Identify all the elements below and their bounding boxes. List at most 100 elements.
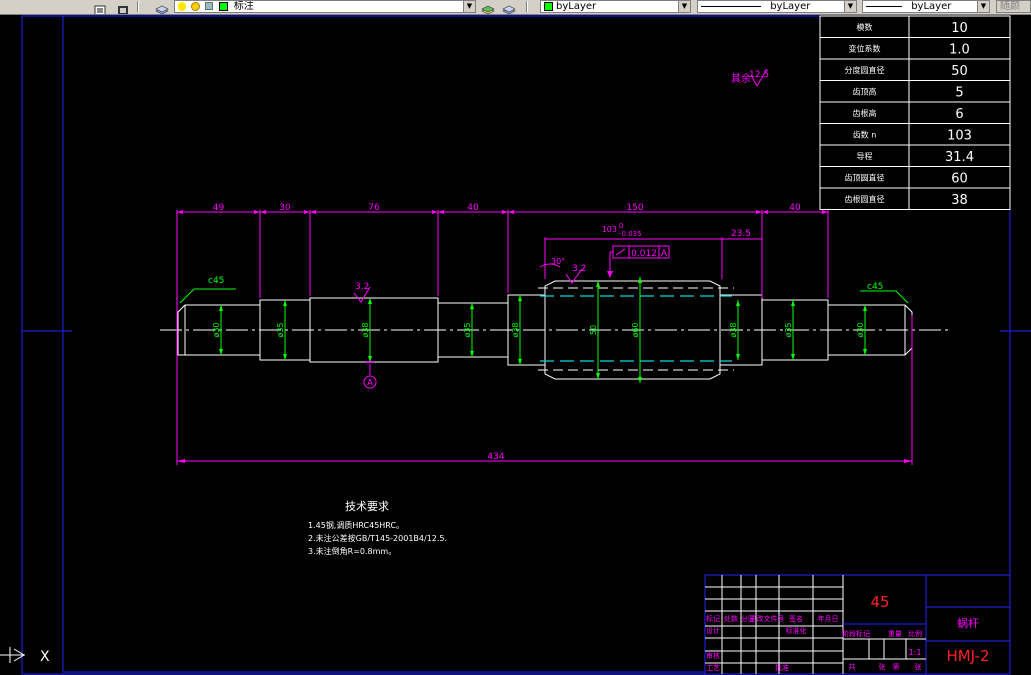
chevron-down-icon[interactable]: ▼ — [977, 1, 989, 12]
color-value: byLayer — [556, 1, 597, 12]
title-header: 工艺 — [706, 664, 720, 672]
chevron-down-icon[interactable]: ▼ — [844, 1, 856, 12]
roughness-note-prefix: 其余 — [731, 72, 751, 85]
make-current-icon[interactable] — [481, 1, 495, 14]
diameter-label: 50 — [589, 325, 598, 335]
layer-states-icon[interactable] — [502, 1, 516, 14]
toolbar-separator — [137, 1, 139, 12]
ucs-icon: X — [0, 647, 50, 665]
overall-dimension-label: 434 — [487, 452, 504, 462]
dimension-arrow — [502, 210, 508, 214]
dimension-arrow — [283, 354, 287, 360]
param-label: 齿根圆直径 — [845, 194, 885, 204]
dimension-arrow — [432, 210, 438, 214]
color-dropdown[interactable]: byLayer ▼ — [540, 0, 691, 13]
title-scale-value: 1:1 — [909, 648, 922, 657]
title-material: 45 — [870, 593, 889, 611]
linetype-preview — [701, 5, 761, 7]
dimension-arrow — [762, 210, 768, 214]
dimension-arrow — [863, 349, 867, 355]
diameter-label: ø38 — [361, 322, 370, 337]
gear-parameter-table: 模数 10 变位系数 1.0 分度圆直径 50 齿顶高 5 齿根高 6 齿数 n 103 导程 31.4 齿… — [819, 15, 1011, 210]
title-header: 批准 — [775, 663, 789, 672]
lineweight-value: byLayer — [911, 1, 952, 12]
layer-previous-icon[interactable] — [94, 1, 106, 14]
geo-tol-datum: A — [661, 249, 668, 259]
title-header: 设计 — [706, 626, 720, 635]
param-value: 6 — [955, 107, 963, 122]
title-stage-label: 阶段标记 — [842, 629, 870, 638]
param-label: 齿数 n — [853, 130, 877, 140]
chevron-down-icon[interactable]: ▼ — [678, 1, 690, 12]
lineweight-dropdown[interactable]: byLayer ▼ — [862, 0, 990, 13]
layers-manager-icon[interactable] — [155, 1, 169, 14]
drawing-canvas[interactable]: 模数 10 变位系数 1.0 分度圆直径 50 齿顶高 5 齿根高 6 齿数 n 103 导程 31.4 齿… — [0, 15, 1031, 675]
linetype-value: byLayer — [770, 1, 811, 12]
title-header: 更改文件号 — [750, 614, 785, 623]
param-value: 50 — [951, 64, 968, 79]
dimension-arrow — [283, 300, 287, 306]
diameter-label: ø38 — [511, 322, 520, 337]
properties-toolbar: 标注 ▼ byLayer ▼ byLayer ▼ byLayer ▼ 随颜 — [0, 0, 1031, 15]
ucs-x-label: X — [40, 649, 50, 665]
diameter-label: ø35 — [276, 322, 285, 337]
dimension-arrow — [470, 303, 474, 309]
dimension-arrow — [518, 295, 522, 301]
diameter-label: ø30 — [856, 322, 865, 337]
dimension-arrow — [822, 210, 828, 214]
chamfer-left-leader — [179, 288, 236, 304]
title-header: 审核 — [706, 651, 720, 660]
dimension-arrow — [756, 210, 762, 214]
param-label: 导程 — [857, 152, 873, 161]
dimension-arrow — [596, 281, 600, 287]
dimension-arrow — [638, 277, 642, 283]
diameter-label: ø30 — [212, 322, 221, 337]
diameter-label: ø60 — [631, 322, 640, 337]
tech-req-line-2: 2.未注公差按GB/T145-2001B4/12.5. — [308, 533, 447, 543]
param-value: 103 — [947, 129, 972, 144]
layer-stack-icon[interactable] — [117, 1, 129, 14]
top-dimension-label: 49 — [213, 203, 225, 213]
tech-req-line-1: 1.45钢,调质HRC45HRC。 — [308, 520, 404, 530]
dimension-arrow — [219, 349, 223, 355]
geometric-tolerance-frame: 0.012 A — [607, 245, 670, 278]
title-stage-label: 比例 — [908, 629, 922, 638]
overall-arrow-left — [177, 459, 185, 463]
title-part-name: 蜗杆 — [957, 616, 979, 630]
dimension-arrow — [791, 354, 795, 360]
param-value: 10 — [951, 21, 968, 36]
lightbulb-icon[interactable] — [178, 1, 186, 11]
roughness-note-value: 12.5 — [749, 70, 769, 80]
dimension-arrow — [438, 210, 444, 214]
dimension-arrow — [368, 298, 372, 304]
param-label: 齿根高 — [853, 108, 877, 118]
sub-dim-tol-lower: -0.035 — [619, 230, 642, 238]
param-label: 齿顶圆直径 — [845, 173, 885, 183]
roughness-2-label: 3.2 — [355, 282, 369, 292]
sub-dim-left-label: 103 — [602, 225, 617, 234]
chamfer-right-label: c45 — [867, 282, 883, 292]
title-sheet-label: 张 — [915, 662, 922, 671]
title-sheet-label: 张 — [879, 662, 886, 671]
dimension-arrow — [736, 300, 740, 306]
param-value: 38 — [951, 193, 968, 208]
plotstyle-dropdown[interactable]: 随颜 — [996, 0, 1031, 13]
sun-icon[interactable] — [191, 1, 201, 11]
dimension-arrow — [254, 210, 260, 214]
plotstyle-value: 随颜 — [1000, 1, 1020, 12]
param-label: 齿顶高 — [853, 87, 877, 97]
param-label: 变位系数 — [849, 44, 881, 54]
title-drawing-no: HMJ-2 — [946, 647, 989, 665]
layer-dropdown[interactable]: 标注 ▼ — [174, 0, 476, 13]
title-sheet-label: 共 — [849, 662, 856, 671]
lineweight-preview — [866, 5, 902, 7]
lock-icon[interactable] — [205, 2, 214, 10]
param-value: 5 — [955, 86, 963, 101]
linetype-dropdown[interactable]: byLayer ▼ — [697, 0, 857, 13]
chevron-down-icon[interactable]: ▼ — [463, 1, 475, 12]
dimension-arrow — [260, 210, 266, 214]
dimension-arrow — [310, 210, 316, 214]
dimension-arrow — [304, 210, 310, 214]
tech-req-line-3: 3.未注倒角R=0.8mm。 — [308, 546, 396, 556]
overall-arrow-right — [904, 459, 912, 463]
